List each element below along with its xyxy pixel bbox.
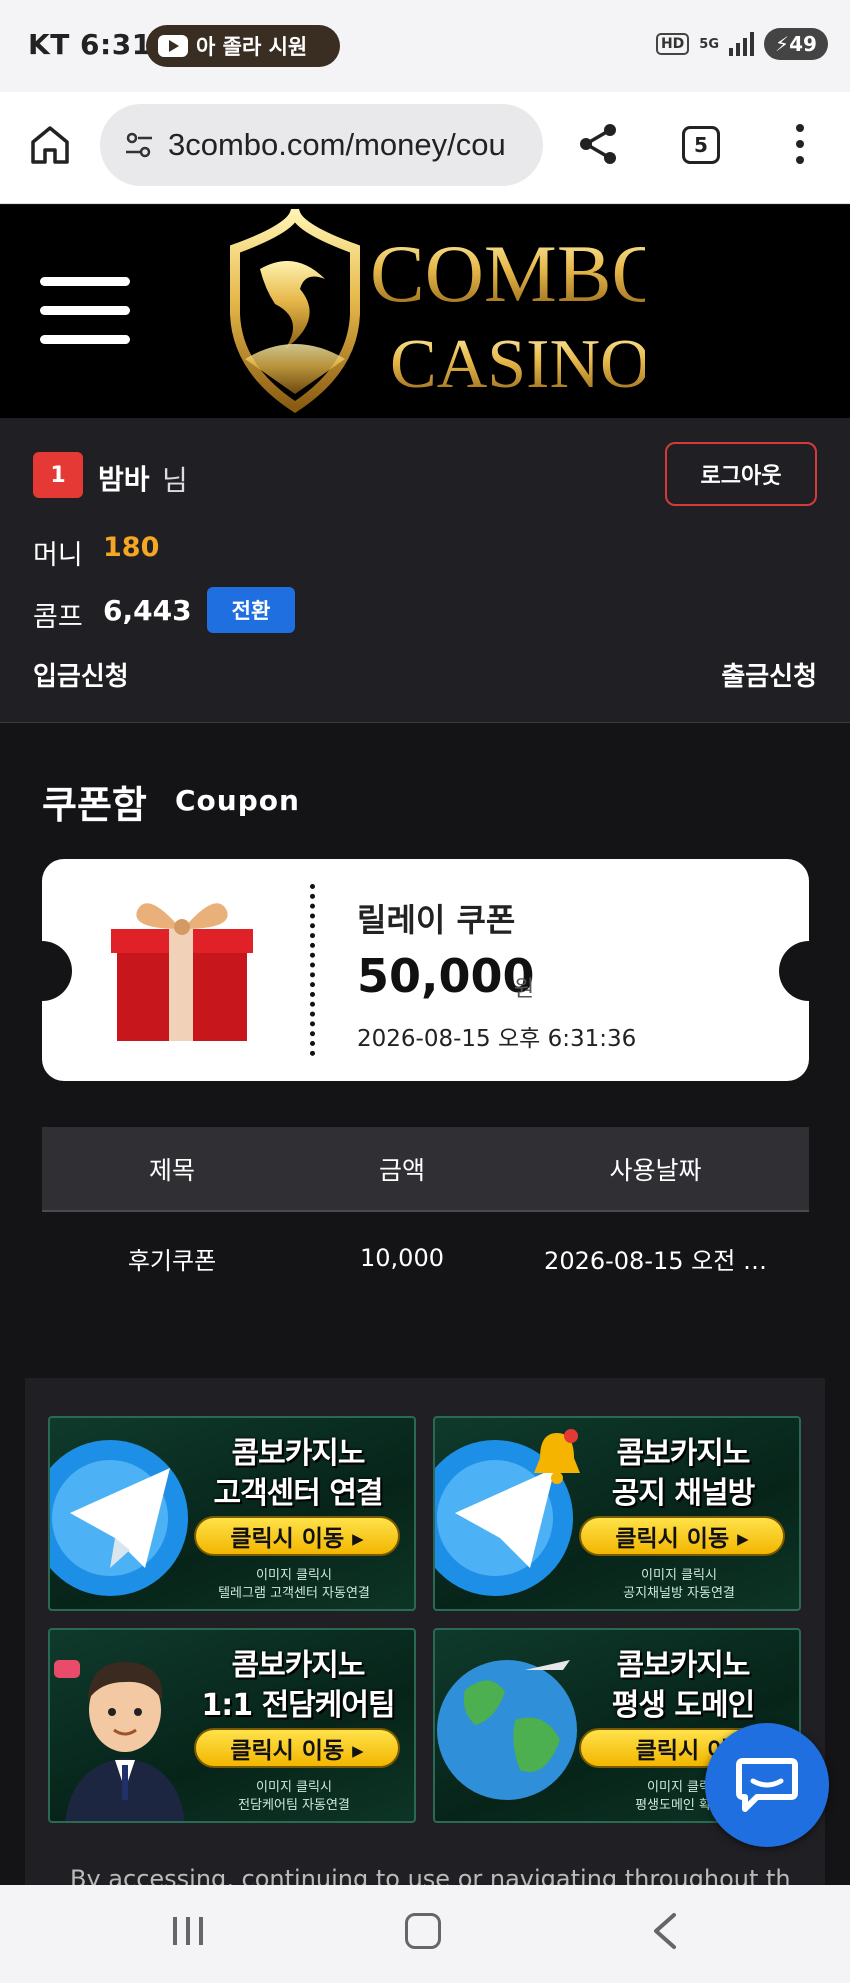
money-label: 머니 (33, 540, 83, 571)
cell-used-date: 2026-08-15 오전 … (544, 1246, 767, 1275)
share-icon[interactable] (574, 120, 622, 168)
status-icons: HD 5G ⚡ 49 (655, 28, 828, 60)
logo-text-casino: CASINO (390, 326, 645, 403)
table-header: 제목 금액 사용날짜 (42, 1127, 809, 1212)
home-icon[interactable] (28, 122, 72, 166)
money-value: 180 (103, 532, 160, 563)
site-header: COMBO CASINO (0, 205, 850, 418)
network-5g-icon: 5G (699, 36, 719, 52)
banner-care-team[interactable]: 콤보카지노 1:1 전담케어팀 클릭시 이동 ▸ 이미지 클릭시 전담케어팀 자… (48, 1628, 416, 1823)
back-icon[interactable] (650, 1911, 680, 1951)
ticket-name: 릴레이 쿠폰 (357, 901, 516, 939)
ticket-notch-right (779, 941, 839, 1001)
banner-section: 콤보카지노 고객센터 연결 클릭시 이동 ▸ 이미지 클릭시 텔레그램 고객센터… (25, 1378, 825, 1888)
ticket-amount: 50,000 (357, 949, 535, 1003)
battery-level: 49 (789, 32, 817, 56)
comp-label: 콤프 (33, 602, 83, 633)
column-header-used-date: 사용날짜 (609, 1155, 702, 1185)
site-settings-icon[interactable] (124, 130, 154, 160)
cell-title: 후기쿠폰 (127, 1246, 217, 1275)
coupon-ticket[interactable]: 릴레이 쿠폰 50,000 원 2026-08-15 오후 6:31:36 (12, 859, 839, 1081)
chat-button[interactable] (705, 1723, 829, 1847)
hd-voice-icon: HD (655, 33, 690, 55)
column-header-amount: 금액 (378, 1155, 425, 1185)
ticket-notch-left (12, 941, 72, 1001)
banner-caption-1: 이미지 클릭시 (256, 1780, 332, 1795)
url-text: 3combo.com/money/cou (168, 127, 506, 162)
address-bar[interactable]: 3combo.com/money/cou (100, 104, 543, 186)
media-notification-pill[interactable]: 아 졸라 시원 (146, 25, 340, 67)
deposit-link[interactable]: 입금신청 (33, 656, 129, 693)
banner-go-button[interactable]: 클릭시 이동 ▸ (579, 1516, 785, 1556)
system-navigation-bar (0, 1885, 850, 1983)
cell-amount: 10,000 (360, 1244, 444, 1272)
globe-icon (437, 1660, 577, 1800)
tab-switcher-button[interactable]: 5 (682, 126, 720, 164)
coupon-history-table: 제목 금액 사용날짜 후기쿠폰 10,000 2026-08-15 오전 … (42, 1127, 809, 1304)
banner-caption-2: 전담케어팀 자동연결 (238, 1798, 350, 1813)
banner-title-line1: 콤보카지노 (231, 1436, 366, 1471)
banner-caption-1: 이미지 클릭시 (256, 1568, 332, 1583)
banner-caption-2: 공지채널방 자동연결 (623, 1586, 735, 1601)
banner-title-line2: 공지 채널방 (611, 1476, 755, 1511)
more-vert-icon[interactable] (792, 122, 808, 166)
table-row[interactable]: 후기쿠폰 10,000 2026-08-15 오전 … (42, 1212, 809, 1304)
comp-value: 6,443 (103, 594, 192, 627)
chat-icon (736, 1758, 798, 1812)
withdraw-link[interactable]: 출금신청 (721, 656, 817, 693)
ticket-divider (310, 884, 315, 1056)
banner-go-button[interactable]: 클릭시 이동 ▸ (194, 1728, 400, 1768)
banner-title-line2: 평생 도메인 (611, 1688, 755, 1723)
banner-title-line1: 콤보카지노 (231, 1648, 366, 1683)
ticket-unit: 원 (514, 977, 535, 1002)
banner-title-line2: 1:1 전담케어팀 (201, 1688, 395, 1723)
menu-icon[interactable] (40, 277, 130, 345)
browser-toolbar: 3combo.com/money/cou 5 (0, 92, 850, 204)
coupon-title: 쿠폰함 (42, 783, 147, 827)
media-title: 아 졸라 시원 (196, 35, 308, 59)
gift-icon (111, 903, 253, 1041)
battery-icon: ⚡ 49 (764, 28, 828, 60)
status-time: KT 6:31 (28, 28, 152, 61)
telegram-icon (50, 1440, 188, 1596)
user-panel: 1 밤바 님 로그아웃 머니 180 콤프 6,443 전환 입금신청 출금신청 (0, 418, 850, 723)
youtube-icon (158, 35, 188, 57)
username-suffix: 님 (162, 464, 188, 497)
home-button-icon[interactable] (405, 1913, 441, 1949)
banner-customer-center[interactable]: 콤보카지노 고객센터 연결 클릭시 이동 ▸ 이미지 클릭시 텔레그램 고객센터… (48, 1416, 416, 1611)
convert-button[interactable]: 전환 (207, 587, 295, 633)
banner-caption-2: 텔레그램 고객센터 자동연결 (218, 1586, 370, 1601)
ticket-date: 2026-08-15 오후 6:31:36 (357, 1026, 637, 1052)
banner-title-line1: 콤보카지노 (616, 1436, 751, 1471)
level-badge: 1 (33, 452, 83, 498)
banner-caption-1: 이미지 클릭시 (641, 1568, 717, 1583)
banner-go-button[interactable]: 클릭시 이동 ▸ (194, 1516, 400, 1556)
recent-apps-icon[interactable] (170, 1913, 206, 1949)
coupon-section: 쿠폰함 Coupon 릴레이 쿠폰 50,000 원 2026-08-15 오후… (0, 724, 850, 1346)
banner-notice-channel[interactable]: 콤보카지노 공지 채널방 클릭시 이동 ▸ 이미지 클릭시 공지채널방 자동연결 (433, 1416, 801, 1611)
banner-title-line2: 고객센터 연결 (213, 1476, 383, 1511)
username: 밤바 (98, 463, 150, 496)
column-header-title: 제목 (148, 1155, 195, 1185)
logo-text-combo: COMBO (370, 228, 645, 319)
coupon-subtitle: Coupon (175, 784, 300, 817)
agent-avatar-icon (54, 1660, 185, 1821)
logout-button[interactable]: 로그아웃 (665, 442, 817, 506)
signal-icon (729, 32, 754, 56)
banner-title-line1: 콤보카지노 (616, 1648, 751, 1683)
telegram-bell-icon (435, 1429, 580, 1596)
combo-casino-logo[interactable]: COMBO CASINO (205, 209, 645, 414)
status-bar: KT 6:31 아 졸라 시원 HD 5G ⚡ 49 (0, 0, 850, 92)
